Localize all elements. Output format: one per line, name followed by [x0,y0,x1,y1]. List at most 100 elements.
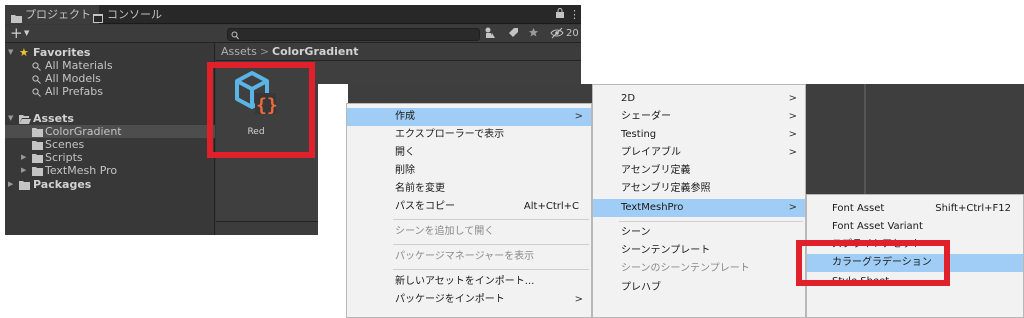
menu-item-label: 削除 [395,165,415,176]
hidden-packages-eye-icon[interactable] [550,27,564,42]
tab-project-label: プロジェクト [25,8,91,21]
search-icon [32,87,41,100]
menu-item-scene-template-from-scene: シーンのシーンテンプレート [593,260,805,278]
chevron-down-icon[interactable]: ▼ [24,29,29,37]
star-favorite-icon[interactable] [528,27,539,42]
tree-item-label: Scripts [45,151,83,164]
search-input[interactable] [242,29,472,40]
menu-item-label: シーンのシーンテンプレート [621,263,750,274]
annotation-highlight-box [207,62,315,158]
menu-item-open-scene-additive: シーンを追加して開く [347,223,591,241]
menu-item-show-in-explorer[interactable]: エクスプローラーで表示 [347,126,591,144]
tree-item-colorgradient[interactable]: ColorGradient [5,125,215,138]
menu-item-label: パッケージマネージャーを表示 [395,251,535,262]
folder-tree: ▼ ★ Favorites All Materials All Models A… [5,43,215,235]
menu-item-assembly-definition-reference[interactable]: アセンブリ定義参照 [593,180,805,198]
tree-item-scenes[interactable]: Scenes [5,138,215,151]
tree-item-all-materials[interactable]: All Materials [5,59,215,72]
tree-item-label: Scenes [45,138,85,151]
tree-item-scripts[interactable]: ▶ Scripts [5,151,215,164]
tab-console[interactable]: コンソール [87,5,170,24]
breadcrumb: Assets > ColorGradient [216,43,581,61]
menu-item-font-asset[interactable]: Font Asset Shift+Ctrl+F12 [807,200,1023,218]
menu-item-delete[interactable]: 削除 [347,162,591,180]
menu-item-shortcut: Alt+Ctrl+C [523,201,579,212]
expand-arrow-icon[interactable]: ▶ [21,151,26,164]
tab-bar: プロジェクト コンソール ⋮ [5,5,581,24]
menu-item-label: シェーダー [621,111,671,122]
tree-item-label: TextMesh Pro [45,164,118,177]
search-field[interactable] [227,28,480,41]
menu-item-label: TextMeshPro [621,202,684,213]
breadcrumb-current[interactable]: ColorGradient [272,45,358,58]
tree-item-all-models[interactable]: All Models [5,72,215,85]
hidden-packages-count: 20 [566,28,579,39]
chevron-right-icon: > [788,93,797,104]
search-icon [231,30,239,43]
tree-item-label: All Prefabs [45,85,103,98]
scene-divider [864,84,866,194]
menu-item-2d[interactable]: 2D > [593,90,805,108]
label-tag-icon[interactable] [508,27,519,42]
menu-item-label: 新しいアセットをインポート... [395,276,535,287]
expand-arrow-icon[interactable]: ▼ [8,46,13,59]
add-button[interactable]: + [10,24,23,42]
expand-arrow-icon[interactable]: ▶ [8,178,13,191]
menu-item-testing[interactable]: Testing > [593,126,805,144]
project-toolbar: + ▼ 20 [5,24,581,43]
menu-item-shortcut: Shift+Ctrl+F12 [935,203,1011,214]
tab-project[interactable]: プロジェクト [5,5,99,24]
menu-separator [393,219,589,220]
menu-separator [393,244,589,245]
chevron-right-icon: > [574,294,583,305]
create-submenu: 2D > シェーダー > Testing > プレイアブル > アセンブリ定義 … [592,84,806,318]
menu-item-label: 作成 [395,111,415,122]
expand-arrow-icon[interactable]: ▶ [21,164,26,177]
menu-item-label: 名前を変更 [395,183,445,194]
menu-item-prefab[interactable]: プレハブ [593,279,805,297]
tree-favorites[interactable]: ▼ ★ Favorites [5,46,215,59]
menu-item-label: Testing [621,129,657,140]
menu-item-playables[interactable]: プレイアブル > [593,144,805,162]
menu-item-label: アセンブリ定義参照 [621,183,711,194]
menu-item-create[interactable]: 作成 > [347,108,591,126]
menu-separator [619,221,803,222]
menu-item-import-package[interactable]: パッケージをインポート > [347,291,591,309]
menu-item-copy-path[interactable]: パスをコピー Alt+Ctrl+C [347,198,591,216]
menu-item-label: 2D [621,93,636,104]
menu-item-scene-template[interactable]: シーンテンプレート [593,242,805,260]
menu-item-label: パッケージをインポート [395,294,505,305]
folder-icon [19,180,30,193]
menu-item-label: シーンを追加して開く [395,226,495,237]
menu-item-label: Font Asset [832,203,885,214]
expand-arrow-icon[interactable]: ▼ [8,112,13,125]
menu-item-textmeshpro[interactable]: TextMeshPro > [593,199,805,217]
tree-assets[interactable]: ▼ Assets [5,112,215,125]
menu-item-label: エクスプローラーで表示 [395,129,505,140]
scene-view-background [806,84,1024,194]
tree-item-label: ColorGradient [45,125,122,138]
menu-item-rename[interactable]: 名前を変更 [347,180,591,198]
menu-item-label: プレイアブル [621,147,681,158]
menu-item-assembly-definition[interactable]: アセンブリ定義 [593,162,805,180]
menu-item-import-new-asset[interactable]: 新しいアセットをインポート... [347,273,591,291]
breadcrumb-separator: > [259,45,270,58]
menu-item-open[interactable]: 開く [347,144,591,162]
breadcrumb-root[interactable]: Assets [221,45,257,58]
menu-item-scene[interactable]: シーン [593,224,805,242]
chevron-right-icon: > [788,129,797,140]
tree-item-textmesh-pro[interactable]: ▶ TextMesh Pro [5,164,215,177]
kebab-menu-icon[interactable]: ⋮ [569,8,580,21]
filter-by-type-icon[interactable] [485,27,496,42]
menu-item-font-asset-variant[interactable]: Font Asset Variant [807,218,1023,236]
tree-item-all-prefabs[interactable]: All Prefabs [5,85,215,98]
chevron-right-icon: > [574,111,583,122]
tree-packages[interactable]: ▶ Packages [5,178,215,191]
menu-item-shader[interactable]: シェーダー > [593,108,805,126]
menu-item-label: アセンブリ定義 [621,165,691,176]
star-icon: ★ [19,46,29,59]
background-gap [318,84,348,318]
lock-icon[interactable] [556,8,564,21]
tab-console-label: コンソール [107,8,162,21]
tree-packages-label: Packages [33,178,92,191]
